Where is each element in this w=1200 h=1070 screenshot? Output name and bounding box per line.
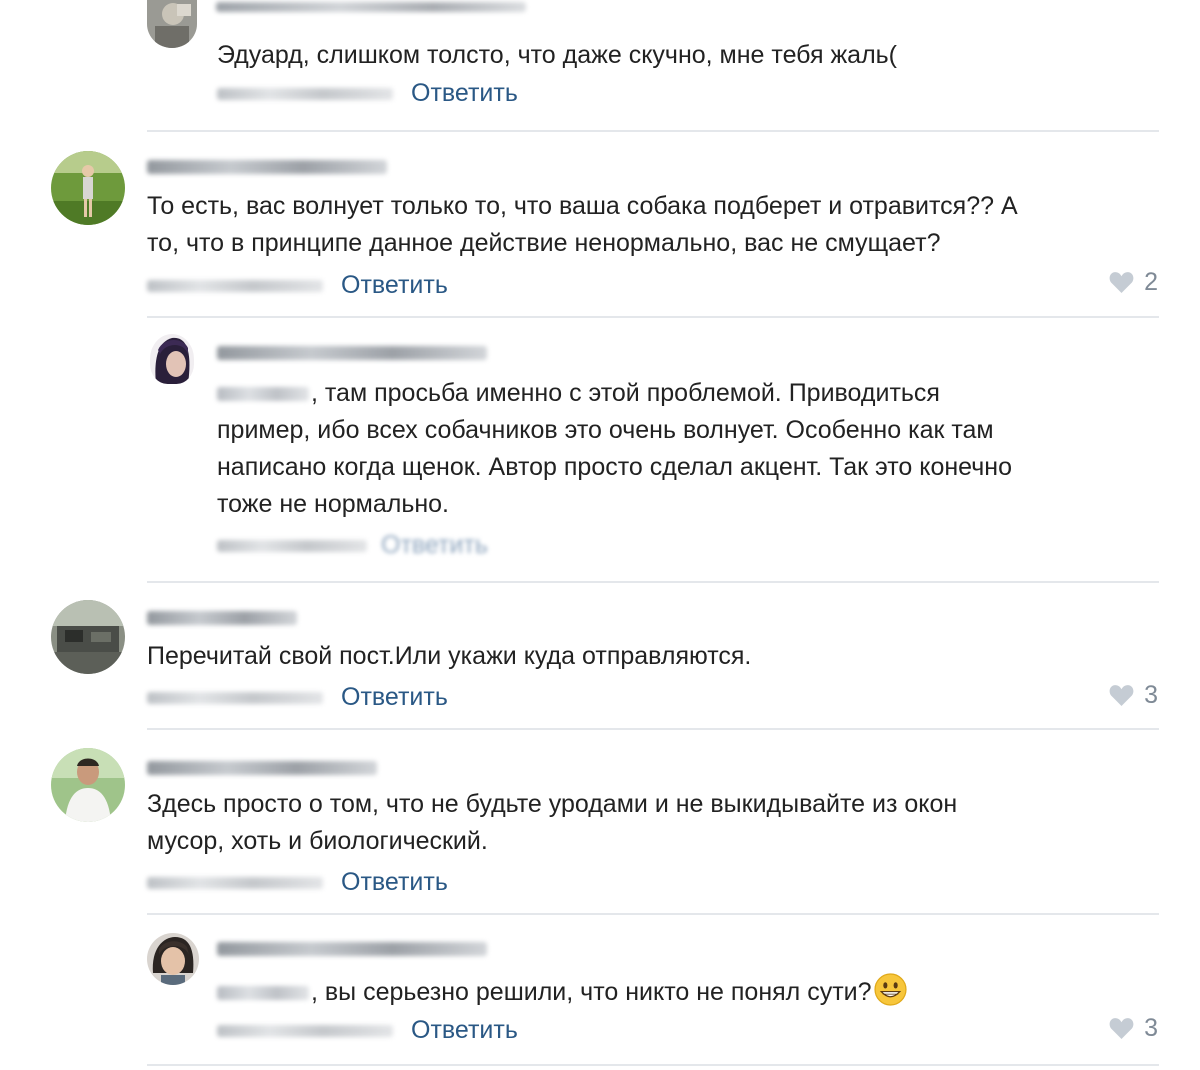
comment-date-hidden[interactable] [147, 692, 323, 705]
comment-date-hidden[interactable] [217, 88, 393, 101]
heart-icon [1109, 1018, 1134, 1039]
avatar-image [147, 0, 197, 48]
comment-meta: Ответить [147, 682, 448, 712]
comment-date-hidden[interactable] [217, 1025, 393, 1038]
comment-meta: Ответить [147, 867, 448, 897]
comment-text: Перечитай свой пост.Или укажи куда отпра… [147, 642, 752, 670]
avatar[interactable] [150, 334, 194, 384]
author-name-hidden[interactable] [217, 346, 487, 360]
comment-text-line4: тоже не нормально. [217, 490, 449, 518]
comment-text-line1: Здесь просто о том, что не будьте уродам… [147, 790, 958, 818]
like-count: 2 [1144, 268, 1158, 296]
divider [147, 130, 1159, 132]
reply-button[interactable]: Ответить [341, 868, 448, 896]
comment-meta: Ответить [147, 270, 448, 300]
comment-text-line1: , там просьба именно с этой проблемой. П… [217, 375, 940, 412]
divider [147, 581, 1159, 583]
avatar[interactable] [51, 600, 125, 674]
comment-text: , вы серьезно решили, что никто не понял… [217, 973, 907, 1011]
comments-feed: Эдуард, слишком толсто, что даже скучно,… [0, 0, 1200, 1070]
heart-icon [1109, 685, 1134, 706]
avatar-image [51, 748, 125, 822]
avatar[interactable] [147, 933, 199, 985]
comment-date-hidden[interactable] [217, 540, 367, 553]
comment-meta: Ответить [217, 530, 488, 560]
like-count: 3 [1144, 1014, 1158, 1042]
divider [147, 913, 1159, 915]
like-button[interactable]: 2 [1109, 267, 1158, 297]
comment-date-hidden[interactable] [147, 877, 323, 890]
grinning-face-emoji [873, 973, 907, 1006]
reply-button[interactable]: Ответить [381, 531, 488, 559]
reply-button[interactable]: Ответить [411, 79, 518, 107]
comment-text-line1-content: , там просьба именно с этой проблемой. П… [311, 379, 940, 407]
comment-text-line1: То есть, вас волнует только то, что ваша… [147, 192, 1018, 220]
mentioned-name-hidden[interactable] [217, 986, 309, 1001]
comment-text: Эдуард, слишком толсто, что даже скучно,… [217, 41, 898, 69]
like-count: 3 [1144, 681, 1158, 709]
reply-button[interactable]: Ответить [341, 271, 448, 299]
comment-text-line2: мусор, хоть и биологический. [147, 827, 488, 855]
divider [147, 316, 1159, 318]
avatar[interactable] [51, 151, 125, 225]
comment-meta: Ответить [217, 1015, 518, 1045]
author-name-hidden[interactable] [147, 761, 377, 775]
comment-text-line3: написано когда щенок. Автор просто сдела… [217, 453, 1012, 481]
heart-icon [1109, 272, 1134, 293]
reply-button[interactable]: Ответить [411, 1016, 518, 1044]
author-name-hidden[interactable] [217, 942, 487, 956]
like-button[interactable]: 3 [1109, 1013, 1158, 1043]
avatar[interactable] [147, 0, 197, 48]
divider [147, 728, 1159, 730]
avatar[interactable] [51, 748, 125, 822]
avatar-image [51, 600, 125, 674]
reply-button[interactable]: Ответить [341, 683, 448, 711]
mentioned-name-hidden[interactable] [217, 387, 309, 402]
like-button[interactable]: 3 [1109, 680, 1158, 710]
avatar-image [150, 334, 194, 384]
comment-text-content: , вы серьезно решили, что никто не понял… [311, 978, 872, 1006]
comment-text-line2: то, что в принципе данное действие ненор… [147, 229, 941, 257]
comment-text-line2: пример, ибо всех собачников это очень во… [217, 416, 994, 444]
author-name-hidden[interactable] [147, 611, 297, 625]
comment-meta: Ответить [217, 78, 518, 108]
avatar-image [51, 151, 125, 225]
divider [147, 1064, 1159, 1066]
comment-date-hidden[interactable] [147, 280, 323, 293]
author-name-hidden[interactable] [147, 160, 387, 174]
author-name-hidden[interactable] [216, 2, 526, 12]
avatar-image [147, 933, 199, 985]
